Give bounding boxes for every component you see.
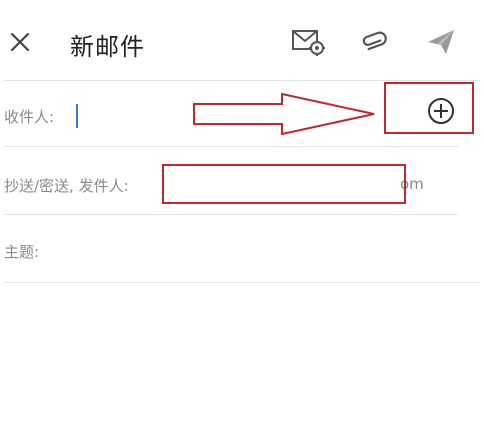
page-title: 新邮件: [70, 33, 145, 61]
to-label: 收件人:: [4, 108, 55, 126]
paperclip-icon: [362, 31, 387, 51]
cc-bcc-from-label: 抄送/密送, 发件人:: [4, 177, 129, 195]
close-button[interactable]: [6, 28, 34, 56]
subject-label: 主题:: [4, 243, 40, 261]
mail-settings-button[interactable]: [290, 26, 326, 58]
send-icon: [428, 30, 454, 54]
top-app-bar: 新邮件: [0, 0, 484, 82]
send-button[interactable]: [424, 26, 460, 58]
mail-settings-icon: [292, 30, 325, 56]
attachment-button[interactable]: [358, 26, 394, 58]
divider: [4, 282, 480, 283]
compose-screen: 新邮件 收件人: 抄送/密送, 发件人: om 主题:: [0, 0, 484, 442]
annotation-arrow: [193, 92, 375, 136]
divider: [4, 214, 458, 215]
close-icon: [10, 32, 30, 52]
annotation-box-add: [384, 82, 474, 134]
divider: [4, 80, 480, 81]
divider: [4, 146, 458, 147]
annotation-box-redacted: [162, 164, 406, 204]
to-input-caret[interactable]: [76, 104, 78, 128]
